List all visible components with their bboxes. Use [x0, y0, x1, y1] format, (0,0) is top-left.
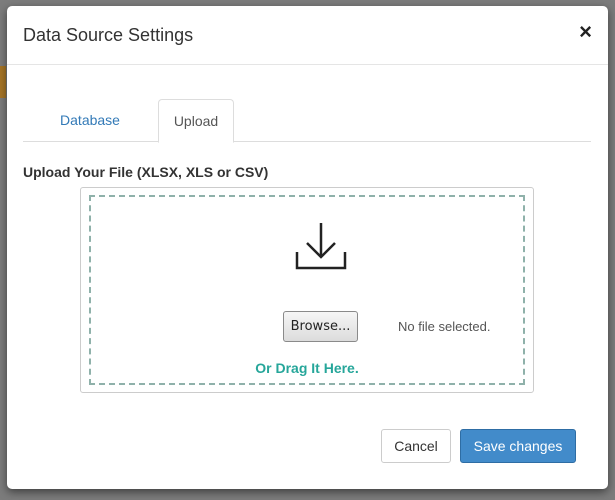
- background-tab-edge: [0, 66, 6, 98]
- tab-upload[interactable]: Upload: [158, 99, 234, 143]
- tab-bar: Database Upload: [23, 99, 591, 143]
- cancel-button[interactable]: Cancel: [381, 429, 451, 463]
- tab-database[interactable]: Database: [23, 99, 157, 142]
- save-changes-button[interactable]: Save changes: [460, 429, 576, 463]
- drag-hint: Or Drag It Here.: [255, 360, 359, 376]
- modal-title: Data Source Settings: [23, 25, 194, 45]
- data-source-settings-modal: Data Source Settings × Database Upload U…: [7, 6, 608, 489]
- dropzone-dashed-area[interactable]: Browse... No file selected. Or Drag It H…: [89, 195, 525, 385]
- browse-button[interactable]: Browse...: [283, 311, 358, 342]
- upload-file-label: Upload Your File (XLSX, XLS or CSV): [23, 164, 269, 180]
- file-status-text: No file selected.: [398, 319, 491, 334]
- download-icon: [295, 223, 347, 270]
- modal-header: Data Source Settings ×: [7, 6, 608, 65]
- upload-dropzone[interactable]: Browse... No file selected. Or Drag It H…: [80, 187, 534, 393]
- close-button[interactable]: ×: [579, 21, 592, 43]
